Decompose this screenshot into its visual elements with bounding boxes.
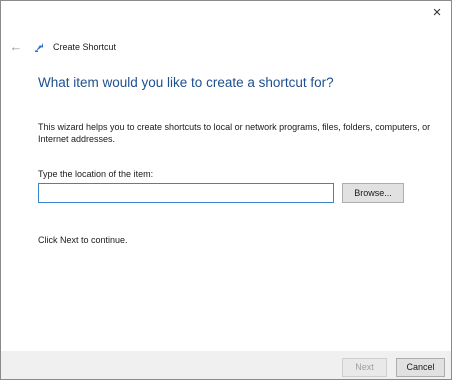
close-button[interactable]: ×: [427, 3, 447, 23]
close-icon: ×: [432, 4, 442, 21]
create-shortcut-dialog: × ← Create Shortcut What item would you …: [0, 0, 452, 380]
browse-button[interactable]: Browse...: [342, 183, 404, 203]
wizard-title: Create Shortcut: [53, 42, 117, 52]
wizard-header: ← Create Shortcut: [1, 37, 451, 57]
next-button[interactable]: Next: [342, 358, 387, 377]
back-arrow-icon: ←: [9, 39, 23, 54]
location-label: Type the location of the item:: [38, 169, 154, 179]
continue-hint: Click Next to continue.: [38, 235, 128, 245]
location-input[interactable]: [38, 183, 334, 203]
shortcut-wizard-icon: [35, 43, 43, 52]
page-heading: What item would you like to create a sho…: [38, 75, 334, 90]
back-button[interactable]: ←: [7, 37, 25, 57]
cancel-button[interactable]: Cancel: [396, 358, 445, 377]
dialog-footer: Next Cancel: [1, 351, 451, 379]
wizard-description: This wizard helps you to create shortcut…: [38, 122, 431, 144]
